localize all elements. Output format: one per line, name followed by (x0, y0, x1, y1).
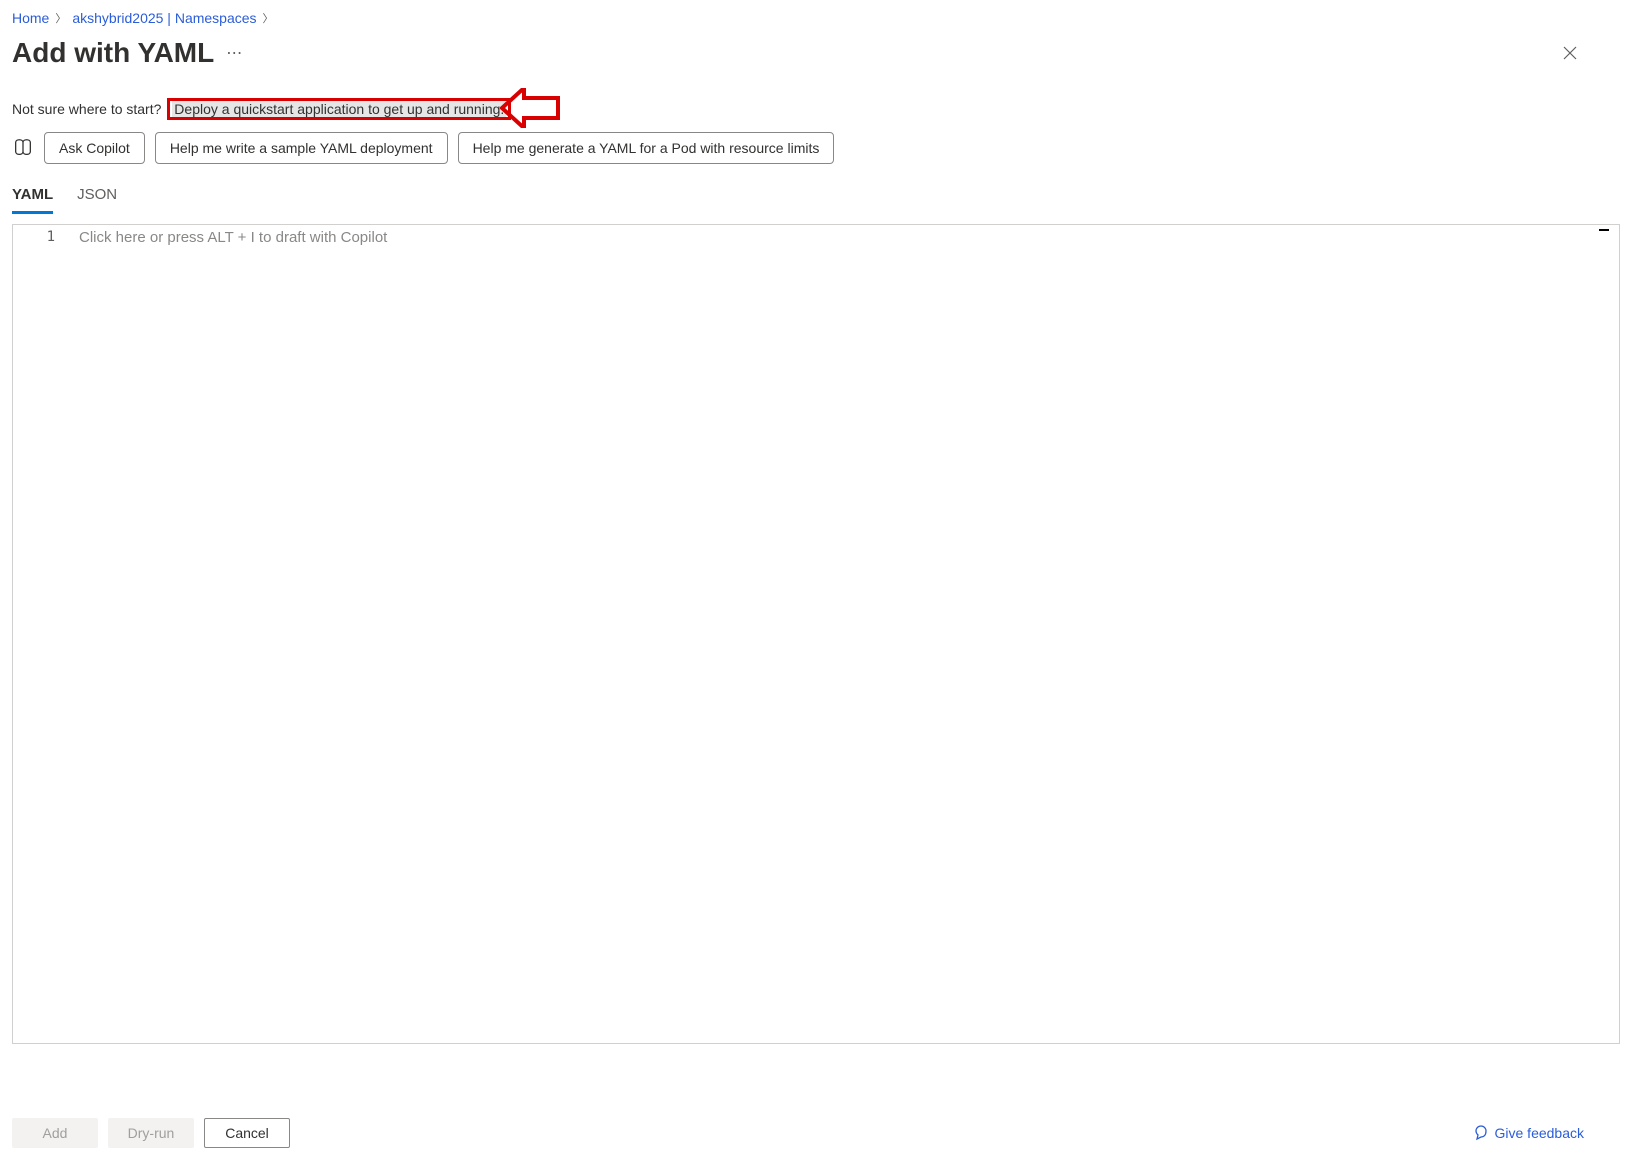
close-icon (1563, 46, 1577, 60)
close-button[interactable] (1558, 41, 1582, 65)
footer-actions: Add Dry-run Cancel Give feedback (0, 1118, 1632, 1148)
editor-gutter: 1 (13, 225, 69, 1043)
breadcrumb-namespace-link[interactable]: akshybrid2025 | Namespaces (72, 10, 256, 26)
copilot-suggestion-sample-yaml[interactable]: Help me write a sample YAML deployment (155, 132, 448, 164)
breadcrumb: Home 〉 akshybrid2025 | Namespaces 〉 (12, 10, 1620, 26)
copilot-icon (12, 137, 34, 159)
breadcrumb-home-link[interactable]: Home (12, 10, 49, 26)
add-button: Add (12, 1118, 98, 1148)
line-number: 1 (13, 229, 55, 245)
editor-placeholder-text: Click here or press ALT + I to draft wit… (73, 225, 1619, 1043)
give-feedback-label: Give feedback (1495, 1125, 1585, 1141)
copilot-suggestion-pod-limits[interactable]: Help me generate a YAML for a Pod with r… (458, 132, 835, 164)
editor-cursor-mark (1599, 229, 1609, 231)
feedback-icon (1473, 1125, 1489, 1141)
tab-yaml[interactable]: YAML (12, 182, 53, 214)
yaml-editor[interactable]: 1 Click here or press ALT + I to draft w… (12, 224, 1620, 1044)
chevron-right-icon: 〉 (55, 10, 66, 26)
format-tabs: YAML JSON (12, 182, 1620, 214)
page-title: Add with YAML (12, 36, 214, 70)
annotation-highlight-box: Deploy a quickstart application to get u… (167, 98, 511, 120)
more-actions-button[interactable]: ⋯ (226, 43, 243, 63)
chevron-right-icon: 〉 (263, 10, 274, 26)
cancel-button[interactable]: Cancel (204, 1118, 290, 1148)
give-feedback-link[interactable]: Give feedback (1473, 1125, 1585, 1141)
tab-json[interactable]: JSON (77, 182, 117, 214)
quickstart-deploy-link[interactable]: Deploy a quickstart application to get u… (172, 101, 506, 117)
helper-prefix-text: Not sure where to start? (12, 101, 161, 117)
ask-copilot-button[interactable]: Ask Copilot (44, 132, 145, 164)
dry-run-button: Dry-run (108, 1118, 194, 1148)
